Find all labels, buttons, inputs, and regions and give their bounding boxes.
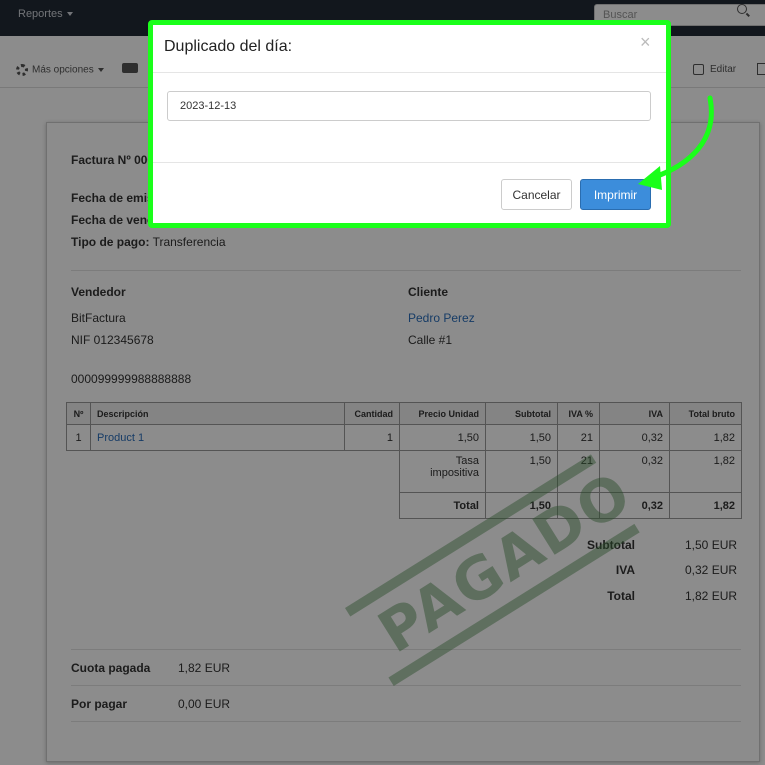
annotation-arrow-icon [638,95,714,190]
divider [150,162,669,163]
duplicate-dialog: Duplicado del día: × Cancelar Imprimir [150,22,669,226]
cancel-button[interactable]: Cancelar [501,179,572,210]
close-icon[interactable]: × [640,32,651,53]
dialog-title: Duplicado del día: [164,38,293,55]
divider [150,72,669,73]
date-input[interactable] [167,91,651,121]
